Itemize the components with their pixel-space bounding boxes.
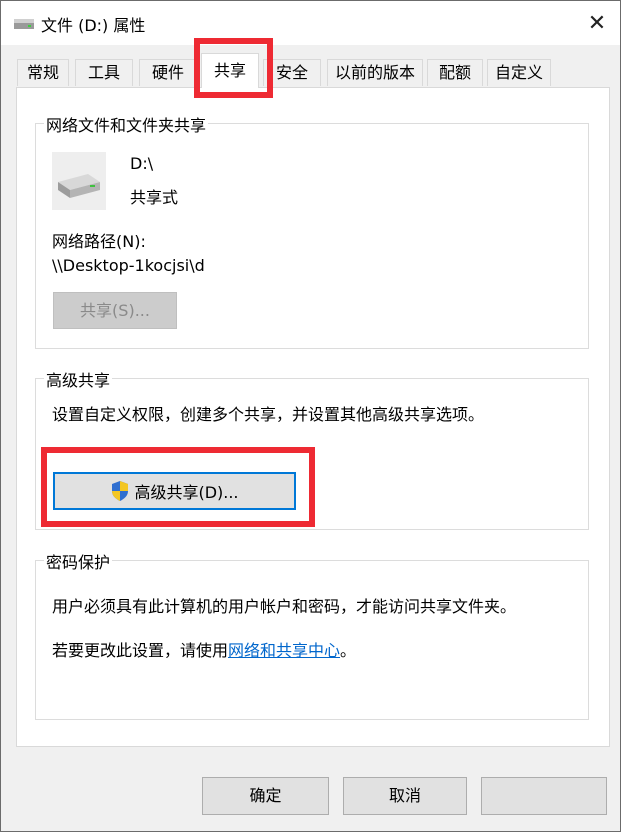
tab-security[interactable]: 安全 bbox=[263, 59, 321, 86]
tab-previous-versions[interactable]: 以前的版本 bbox=[327, 59, 423, 86]
tab-customize[interactable]: 自定义 bbox=[487, 59, 551, 86]
password-protection-group: 密码保护 用户必须具有此计算机的用户帐户和密码，才能访问共享文件夹。 若要更改此… bbox=[35, 549, 589, 720]
apply-button[interactable] bbox=[481, 777, 607, 815]
tab-sharing[interactable]: 共享 bbox=[201, 53, 259, 88]
advanced-share-group: 高级共享 设置自定义权限，创建多个共享，并设置其他高级共享选项。 高级共享(D)… bbox=[35, 367, 589, 530]
tab-strip: 常规 工具 硬件 共享 安全 以前的版本 配额 自定义 bbox=[1, 53, 620, 88]
ok-button[interactable]: 确定 bbox=[202, 777, 329, 815]
group-title: 高级共享 bbox=[44, 367, 113, 391]
drive-share-status: 共享式 bbox=[130, 188, 179, 207]
drive-icon bbox=[14, 19, 34, 29]
group-title: 密码保护 bbox=[44, 549, 113, 573]
network-sharing-center-link[interactable]: 网络和共享中心 bbox=[228, 641, 340, 660]
title-bar: 文件 (D:) 属性 ✕ bbox=[1, 1, 620, 45]
change-setting-prefix: 若要更改此设置，请使用 bbox=[52, 641, 229, 660]
network-share-group: 网络文件和文件夹共享 D:\ 共享式 网络路径(N): \\Desktop-1k… bbox=[35, 112, 589, 349]
sharing-panel: 网络文件和文件夹共享 D:\ 共享式 网络路径(N): \\Desktop-1k… bbox=[16, 87, 610, 747]
cancel-button[interactable]: 取消 bbox=[343, 777, 467, 815]
advanced-share-description: 设置自定义权限，创建多个共享，并设置其他高级共享选项。 bbox=[52, 405, 485, 424]
password-protection-text: 用户必须具有此计算机的用户帐户和密码，才能访问共享文件夹。 bbox=[52, 597, 517, 616]
advanced-share-button[interactable]: 高级共享(D)... bbox=[53, 472, 296, 510]
change-setting-line: 若要更改此设置，请使用网络和共享中心。 bbox=[52, 637, 356, 661]
share-button[interactable]: 共享(S)... bbox=[53, 292, 177, 329]
advanced-share-button-label: 高级共享(D)... bbox=[134, 483, 239, 502]
drive-name: D:\ bbox=[130, 154, 154, 173]
properties-dialog: 文件 (D:) 属性 ✕ 常规 工具 硬件 共享 安全 以前的版本 配额 自定义… bbox=[0, 0, 621, 832]
tab-hardware[interactable]: 硬件 bbox=[139, 59, 197, 86]
close-button[interactable]: ✕ bbox=[574, 1, 620, 45]
tab-general[interactable]: 常规 bbox=[17, 59, 69, 86]
close-icon: ✕ bbox=[587, 10, 607, 36]
tab-tools[interactable]: 工具 bbox=[75, 59, 133, 86]
group-title: 网络文件和文件夹共享 bbox=[44, 112, 209, 136]
network-path-value: \\Desktop-1kocjsi\d bbox=[52, 256, 205, 275]
network-path-label: 网络路径(N): bbox=[52, 232, 146, 251]
drive-large-icon bbox=[52, 152, 106, 210]
change-setting-suffix: 。 bbox=[340, 641, 357, 660]
tab-quota[interactable]: 配额 bbox=[427, 59, 483, 86]
shield-icon bbox=[112, 481, 129, 501]
window-title: 文件 (D:) 属性 bbox=[41, 16, 146, 35]
